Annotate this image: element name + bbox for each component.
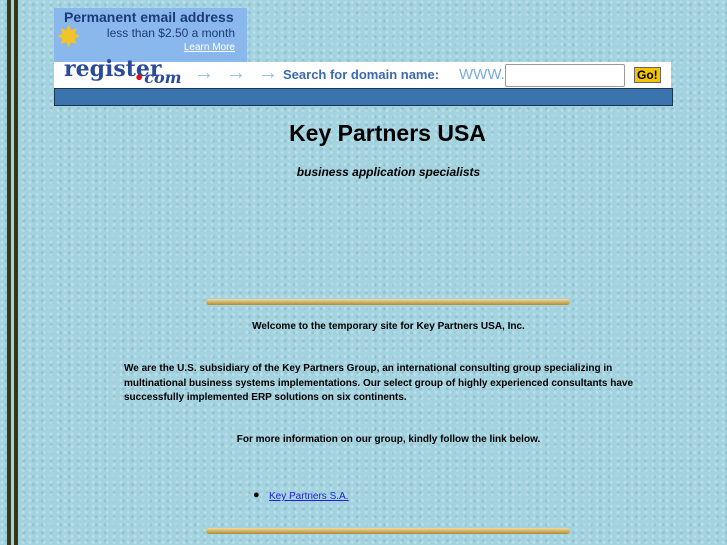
welcome-text: Welcome to the temporary site for Key Pa… — [252, 321, 525, 332]
key-partners-sa-link[interactable]: Key Partners S.A. — [269, 491, 348, 502]
go-button[interactable]: Go! — [634, 67, 661, 83]
email-ad[interactable]: ✸ Permanent email address less than $2.5… — [54, 8, 247, 62]
domain-input[interactable] — [505, 64, 625, 87]
page-subtitle: business application specialists — [296, 165, 481, 179]
intro-text: We are the U.S. subsidiary of the Key Pa… — [124, 363, 634, 403]
ad-price: less than $2.50 a month — [106, 26, 235, 40]
page-title: Key Partners USA — [289, 120, 486, 146]
left-border — [14, 0, 18, 545]
www-label: WWW. — [459, 66, 505, 83]
domain-search-bar: register •com →→→ Search for domain name… — [54, 56, 671, 88]
com-logo: •com — [134, 68, 182, 87]
register-com-banner[interactable]: ✸ Permanent email address less than $2.5… — [54, 8, 673, 106]
more-info-text: For more information on our group, kindl… — [236, 434, 541, 445]
divider — [206, 299, 570, 305]
bullet: ● — [253, 489, 260, 501]
divider — [206, 528, 570, 534]
left-border — [7, 0, 11, 545]
search-label: Search for domain name: — [283, 67, 440, 82]
mailbox-star-icon: ✸ — [56, 21, 82, 54]
arrow-icons: →→→ — [194, 62, 290, 84]
banner-footer — [54, 88, 673, 106]
learn-more-link[interactable]: Learn More — [184, 42, 235, 53]
ad-headline: Permanent email address — [64, 9, 234, 25]
